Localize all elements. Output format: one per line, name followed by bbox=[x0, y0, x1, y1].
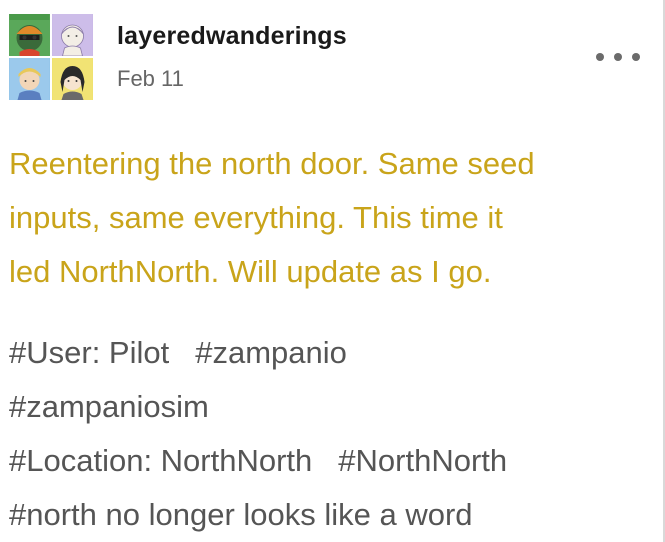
post-body: Reentering the north door. Same seed inp… bbox=[9, 137, 649, 299]
avatar-portrait-icon bbox=[9, 14, 50, 56]
avatar-tile-4 bbox=[52, 58, 93, 100]
avatar-tile-1 bbox=[9, 14, 50, 56]
tag-user-pilot[interactable]: #User: Pilot bbox=[9, 326, 169, 380]
post-tags: #User: Pilot #zampanio #zampaniosim #Loca… bbox=[9, 326, 654, 542]
avatar-tile-2 bbox=[52, 14, 93, 56]
tag-location-northnorth[interactable]: #Location: NorthNorth bbox=[9, 434, 312, 488]
tag-north-no-longer-looks-like-a-word[interactable]: #north no longer looks like a word bbox=[9, 488, 473, 542]
avatar-tile-3 bbox=[9, 58, 50, 100]
post-header: layeredwanderings Feb 11 bbox=[0, 0, 663, 110]
tag-row: #Location: NorthNorth #NorthNorth bbox=[9, 434, 654, 488]
post-body-line: Reentering the north door. Same seed bbox=[9, 146, 535, 181]
blog-avatar[interactable] bbox=[9, 14, 93, 100]
post-body-line: inputs, same everything. This time it bbox=[9, 200, 503, 235]
tag-row: #north no longer looks like a word bbox=[9, 488, 654, 542]
post-body-line: led NorthNorth. Will update as I go. bbox=[9, 254, 492, 289]
ellipsis-icon bbox=[614, 53, 622, 61]
ellipsis-icon bbox=[632, 53, 640, 61]
more-options-button[interactable] bbox=[596, 48, 640, 66]
tag-northnorth[interactable]: #NorthNorth bbox=[338, 434, 507, 488]
tag-row: #User: Pilot #zampanio bbox=[9, 326, 654, 380]
tag-zampaniosim[interactable]: #zampaniosim bbox=[9, 380, 209, 434]
avatar-portrait-icon bbox=[52, 14, 93, 56]
post-date[interactable]: Feb 11 bbox=[117, 66, 184, 92]
tag-zampanio[interactable]: #zampanio bbox=[195, 326, 347, 380]
post-card: layeredwanderings Feb 11 Reentering the … bbox=[0, 0, 663, 542]
tag-row: #zampaniosim bbox=[9, 380, 654, 434]
avatar-portrait-icon bbox=[52, 58, 93, 100]
avatar-portrait-icon bbox=[9, 58, 50, 100]
blog-name-link[interactable]: layeredwanderings bbox=[117, 22, 347, 51]
ellipsis-icon bbox=[596, 53, 604, 61]
